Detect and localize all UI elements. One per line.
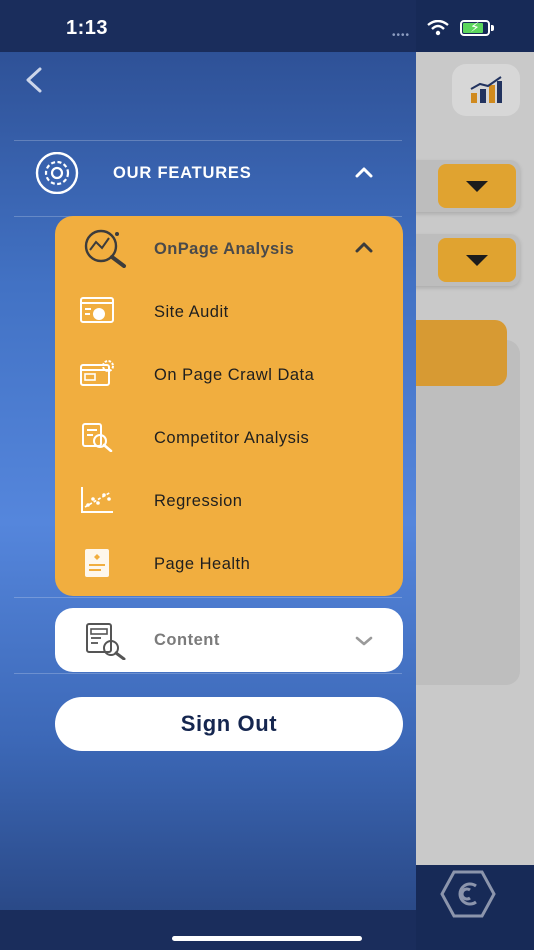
- status-bar: [0, 0, 416, 52]
- wifi-icon: [427, 20, 449, 36]
- bar-chart-icon: [470, 76, 502, 103]
- divider: [14, 673, 402, 674]
- onpage-analysis-label: OnPage Analysis: [154, 240, 295, 258]
- sign-out-button[interactable]: Sign Out: [55, 697, 403, 751]
- onpage-analysis-icon: [84, 229, 126, 268]
- drawer-bottom-bar: [0, 910, 416, 950]
- signal-dots-icon: ••••: [392, 30, 411, 41]
- menu-item-label: On Page Crawl Data: [154, 366, 315, 384]
- our-features-header[interactable]: OUR FEATURES: [0, 142, 416, 206]
- menu-item-label: Site Audit: [154, 303, 229, 321]
- crawl-data-icon: [80, 360, 114, 386]
- dropdown-arrow: [438, 164, 516, 208]
- back-arrow-icon[interactable]: [22, 66, 46, 94]
- menu-item-label: Regression: [154, 492, 243, 510]
- menu-item-page-health[interactable]: Page Health: [55, 536, 403, 592]
- menu-item-label: Page Health: [154, 555, 251, 573]
- menu-item-on-page-crawl-data[interactable]: On Page Crawl Data: [55, 347, 403, 403]
- home-indicator[interactable]: [172, 936, 362, 941]
- hexagon-logo-icon[interactable]: [440, 870, 496, 918]
- chevron-up-icon: [355, 242, 373, 253]
- content-label: Content: [154, 631, 220, 649]
- page-health-icon: [85, 549, 109, 577]
- caret-down-icon: [466, 180, 488, 192]
- menu-item-competitor-analysis[interactable]: Competitor Analysis: [55, 410, 403, 466]
- menu-item-regression[interactable]: Regression: [55, 473, 403, 529]
- chevron-down-icon: [355, 636, 373, 646]
- onpage-analysis-panel: OnPage Analysis Site Audit On Page Crawl…: [55, 216, 403, 596]
- dropdown-arrow: [438, 238, 516, 282]
- regression-icon: [81, 487, 113, 513]
- status-time: 1:13: [66, 17, 109, 39]
- menu-item-site-audit[interactable]: Site Audit: [55, 284, 403, 340]
- chevron-up-icon: [355, 167, 373, 178]
- content-menu-item[interactable]: Content: [55, 608, 403, 672]
- our-features-label: OUR FEATURES: [113, 164, 252, 182]
- caret-down-icon: [466, 254, 488, 266]
- onpage-analysis-header[interactable]: OnPage Analysis: [55, 216, 403, 280]
- competitor-analysis-icon: [82, 423, 113, 452]
- content-icon: [86, 623, 126, 660]
- divider: [14, 597, 402, 598]
- menu-item-label: Competitor Analysis: [154, 429, 310, 447]
- gear-icon: [35, 152, 79, 194]
- site-audit-icon: [80, 297, 114, 323]
- divider: [14, 140, 402, 141]
- chart-button[interactable]: [452, 64, 520, 116]
- battery-icon: ⚡: [460, 19, 494, 36]
- sign-out-label: Sign Out: [180, 711, 278, 736]
